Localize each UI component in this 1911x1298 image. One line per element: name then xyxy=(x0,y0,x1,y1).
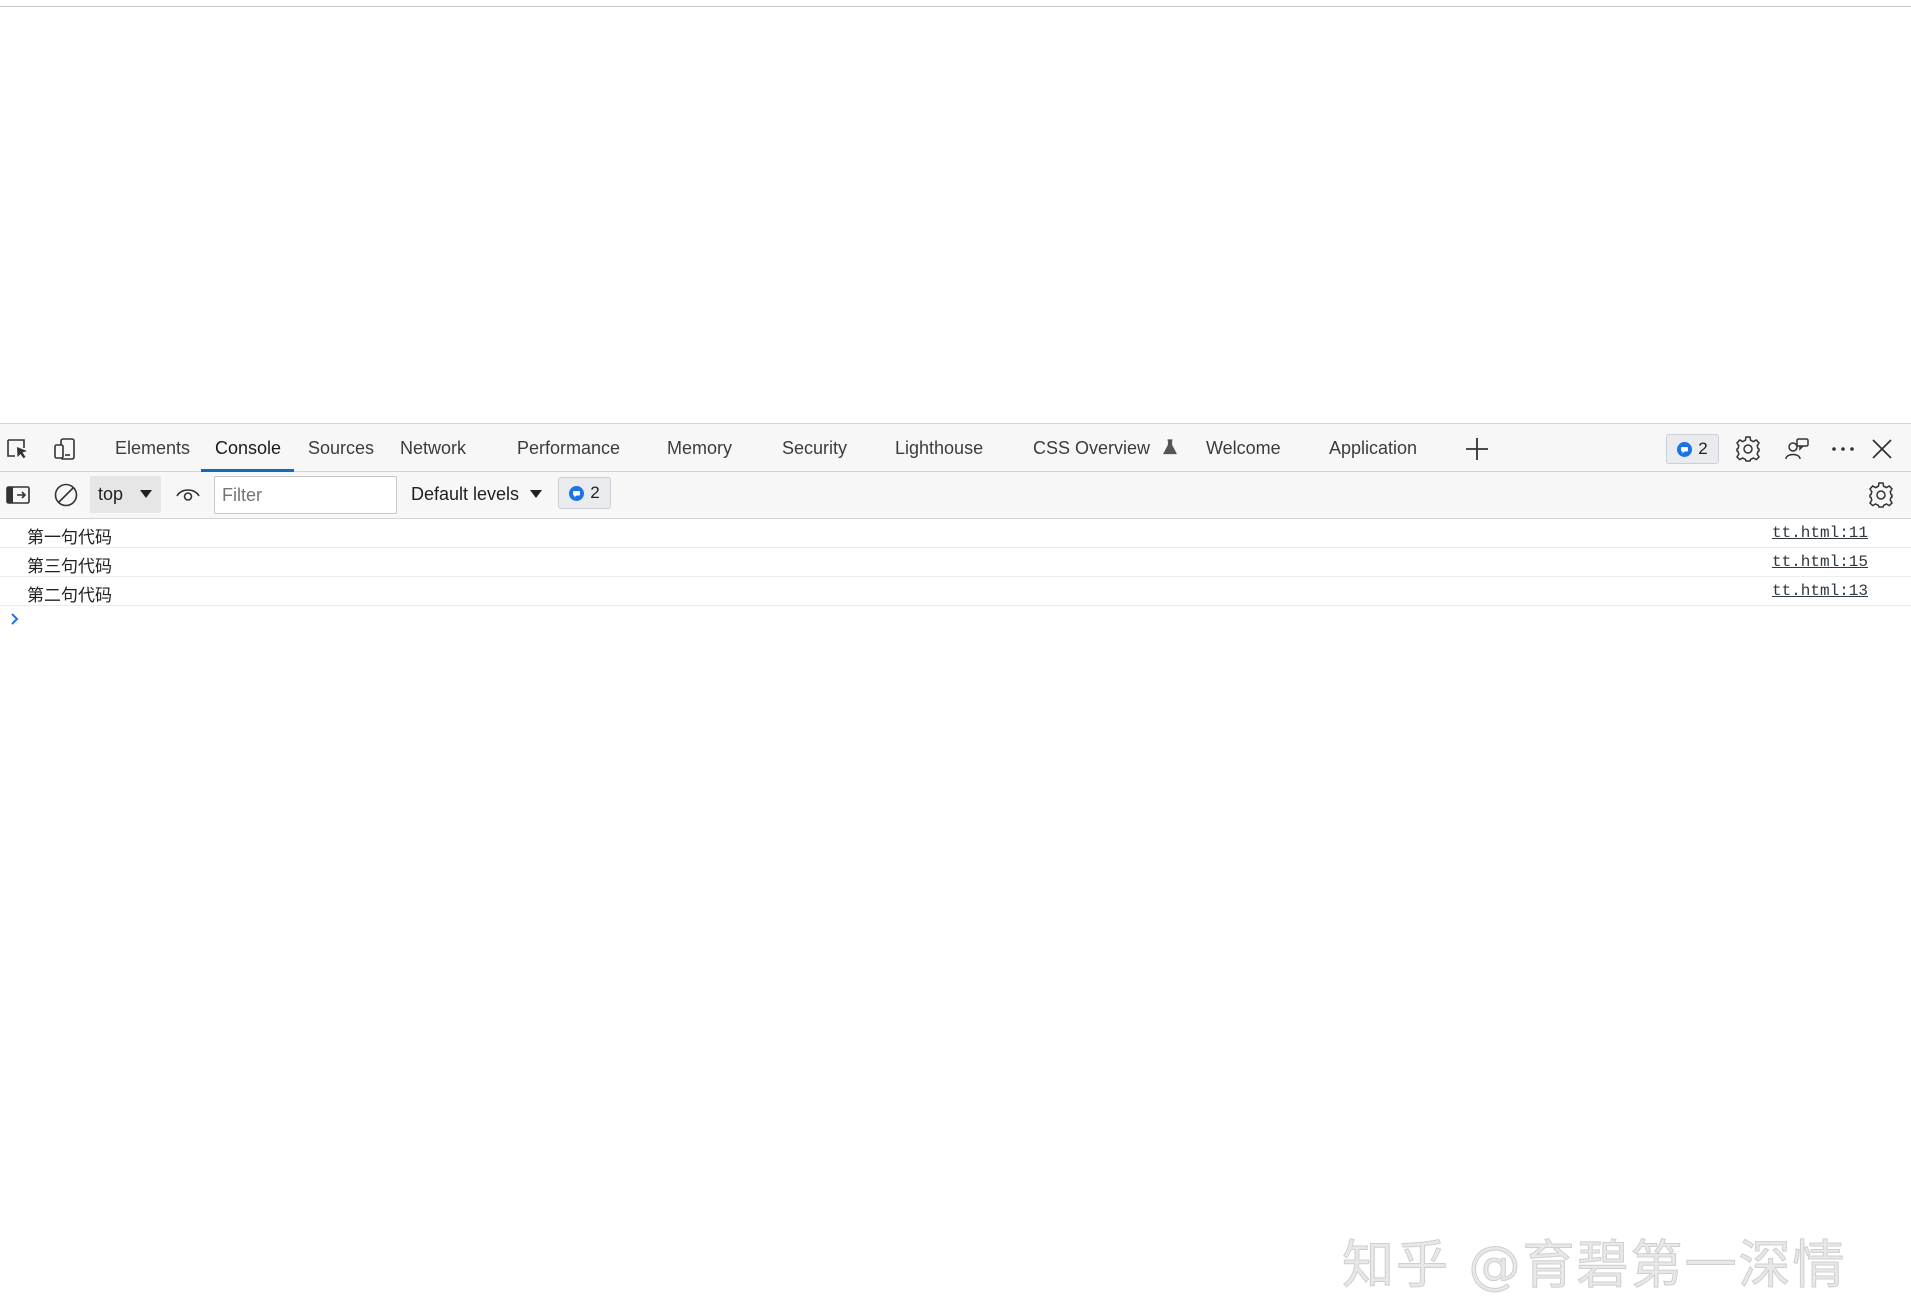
issues-counter-button[interactable]: 2 xyxy=(1666,434,1719,464)
tab-lighthouse[interactable]: Lighthouse xyxy=(895,424,983,472)
console-sidebar-toggle-icon[interactable] xyxy=(5,482,31,508)
tab-application[interactable]: Application xyxy=(1329,424,1417,472)
log-levels-dropdown[interactable]: Default levels xyxy=(411,476,543,513)
console-prompt[interactable] xyxy=(0,606,1911,636)
tab-memory[interactable]: Memory xyxy=(667,424,732,472)
tab-security[interactable]: Security xyxy=(782,424,847,472)
prompt-chevron-icon xyxy=(9,612,21,631)
console-messages: 第一句代码 tt.html:11 第三句代码 tt.html:15 第二句代码 … xyxy=(0,519,1911,636)
levels-dropdown-caret-icon xyxy=(529,484,543,505)
console-message: 第二句代码 tt.html:13 xyxy=(0,577,1911,606)
console-message: 第一句代码 tt.html:11 xyxy=(0,519,1911,548)
experimental-flask-icon xyxy=(1163,425,1178,473)
page-viewport xyxy=(0,7,1911,423)
device-emulation-icon[interactable] xyxy=(52,436,78,462)
tab-css-overview-label: CSS Overview xyxy=(1033,438,1151,458)
close-devtools-icon[interactable] xyxy=(1869,436,1895,462)
console-issues-button[interactable]: 2 xyxy=(558,477,611,509)
devtools-panel: Elements Console Sources Network Perform… xyxy=(0,423,1911,1297)
issues-count: 2 xyxy=(1698,439,1708,458)
execution-context-select[interactable]: top xyxy=(90,476,161,513)
add-tab-plus-icon[interactable] xyxy=(1464,436,1490,462)
tab-sources[interactable]: Sources xyxy=(308,424,374,472)
console-message-source-link[interactable]: tt.html:11 xyxy=(1772,524,1868,542)
tab-elements[interactable]: Elements xyxy=(115,424,190,472)
feedback-people-icon[interactable] xyxy=(1784,436,1810,462)
clear-console-icon[interactable] xyxy=(53,482,79,508)
tab-network[interactable]: Network xyxy=(400,424,466,472)
zhihu-watermark: 知乎 @育碧第一深情 xyxy=(1342,1236,1847,1297)
console-message: 第三句代码 tt.html:15 xyxy=(0,548,1911,577)
console-message-text: 第三句代码 xyxy=(27,557,112,577)
console-issue-message-icon xyxy=(569,485,585,501)
console-message-source-link[interactable]: tt.html:15 xyxy=(1772,553,1868,571)
console-settings-gear-icon[interactable] xyxy=(1868,482,1894,508)
console-message-source-link[interactable]: tt.html:13 xyxy=(1772,582,1868,600)
live-expression-eye-icon[interactable] xyxy=(175,482,201,508)
devtools-tabbar: Elements Console Sources Network Perform… xyxy=(0,423,1911,472)
inspect-element-icon[interactable] xyxy=(4,436,30,462)
issue-message-icon xyxy=(1677,441,1693,457)
tab-css-overview[interactable]: CSS Overview xyxy=(1033,424,1178,473)
log-levels-label: Default levels xyxy=(411,484,520,504)
tab-performance[interactable]: Performance xyxy=(517,424,620,472)
tab-console[interactable]: Console xyxy=(215,424,281,472)
console-message-text: 第一句代码 xyxy=(27,528,112,548)
execution-context-value: top xyxy=(98,484,124,504)
console-issues-count: 2 xyxy=(590,483,600,502)
tab-welcome[interactable]: Welcome xyxy=(1206,424,1281,472)
console-message-text: 第二句代码 xyxy=(27,586,112,606)
console-toolbar: top Default levels 2 xyxy=(0,472,1911,519)
console-filter-input[interactable] xyxy=(214,476,397,514)
context-dropdown-caret-icon xyxy=(139,484,153,505)
more-options-icon[interactable] xyxy=(1830,436,1856,462)
settings-gear-icon[interactable] xyxy=(1735,436,1761,462)
